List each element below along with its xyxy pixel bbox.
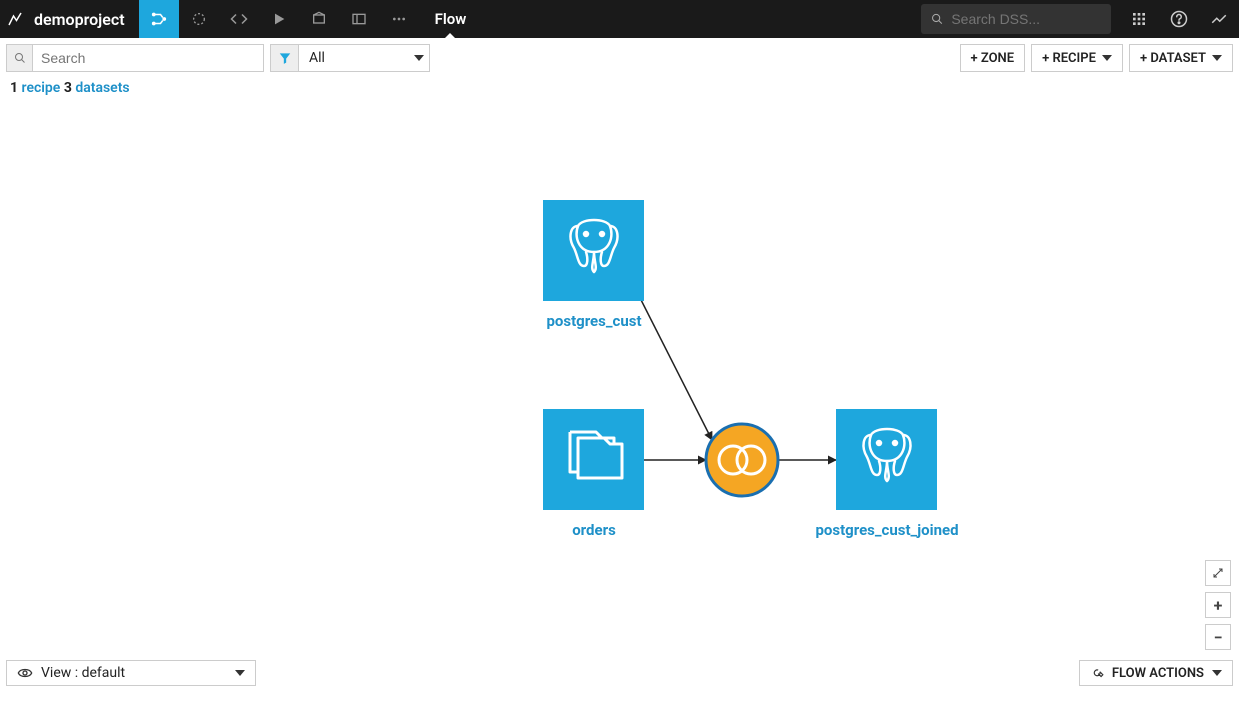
global-search[interactable] — [921, 4, 1111, 34]
flow-actions-label: FLOW ACTIONS — [1112, 666, 1204, 681]
eye-icon — [17, 665, 33, 681]
add-zone-button[interactable]: + ZONE — [960, 44, 1026, 72]
flow-actions-button[interactable]: FLOW ACTIONS — [1079, 660, 1233, 686]
dataset-label: postgres_cust — [546, 312, 641, 330]
global-search-input[interactable] — [951, 11, 1101, 27]
add-recipe-label: + RECIPE — [1042, 51, 1096, 66]
dataset-node-postgres-cust[interactable]: postgres_cust — [543, 200, 644, 330]
zoom-in-button[interactable]: + — [1205, 592, 1231, 618]
fullscreen-button[interactable] — [1205, 560, 1231, 586]
app-logo[interactable] — [0, 0, 30, 38]
dataset-label: orders — [572, 521, 616, 539]
code-icon[interactable] — [219, 0, 259, 38]
recipe-count: 1 — [10, 80, 18, 96]
chevron-down-icon — [1102, 55, 1112, 61]
zoom-controls: + − — [1205, 560, 1231, 650]
flow-filter[interactable]: All — [270, 44, 430, 72]
add-dataset-label: + DATASET — [1140, 51, 1206, 66]
activity-icon[interactable] — [1199, 0, 1239, 38]
add-zone-label: + ZONE — [971, 51, 1015, 66]
wrench-icon — [1090, 666, 1104, 680]
view-label: View : default — [41, 665, 125, 681]
chevron-down-icon — [1212, 55, 1222, 61]
dataset-count: 3 — [64, 80, 72, 96]
bookmark-icon[interactable] — [299, 0, 339, 38]
flow-filter-label: All — [299, 45, 409, 71]
flow-canvas[interactable]: postgres_cust orders — [0, 100, 1239, 690]
flow-toolbar: All + ZONE + RECIPE + DATASET — [0, 38, 1239, 78]
flow-search[interactable] — [6, 44, 264, 72]
play-icon[interactable] — [259, 0, 299, 38]
edge — [636, 290, 712, 440]
add-dataset-button[interactable]: + DATASET — [1129, 44, 1233, 72]
search-icon — [7, 45, 33, 71]
panel-icon[interactable] — [339, 0, 379, 38]
recipe-link[interactable]: recipe — [22, 80, 61, 96]
more-icon[interactable] — [379, 0, 419, 38]
view-selector[interactable]: View : default — [6, 660, 256, 686]
search-icon — [931, 12, 943, 26]
project-name[interactable]: demoproject — [30, 0, 139, 38]
chevron-down-icon — [409, 45, 429, 71]
flow-search-input[interactable] — [33, 45, 263, 71]
flow-summary: 1 recipe 3 datasets — [0, 78, 1239, 100]
chevron-down-icon — [235, 670, 245, 676]
recipe-node-join[interactable] — [706, 424, 778, 496]
dataset-label: postgres_cust_joined — [815, 521, 958, 539]
tab-flow[interactable]: Flow — [419, 0, 483, 38]
dataset-node-postgres-cust-joined[interactable]: postgres_cust_joined — [815, 409, 958, 539]
apps-grid-icon[interactable] — [1119, 0, 1159, 38]
filter-icon — [271, 45, 299, 71]
zoom-out-button[interactable]: − — [1205, 624, 1231, 650]
chevron-down-icon — [1212, 670, 1222, 676]
add-recipe-button[interactable]: + RECIPE — [1031, 44, 1123, 72]
dataset-node-orders[interactable]: orders — [543, 409, 644, 539]
flow-icon[interactable] — [139, 0, 179, 38]
dataset-link[interactable]: datasets — [75, 80, 129, 96]
topbar: demoproject Flow — [0, 0, 1239, 38]
recycle-icon[interactable] — [179, 0, 219, 38]
help-icon[interactable] — [1159, 0, 1199, 38]
